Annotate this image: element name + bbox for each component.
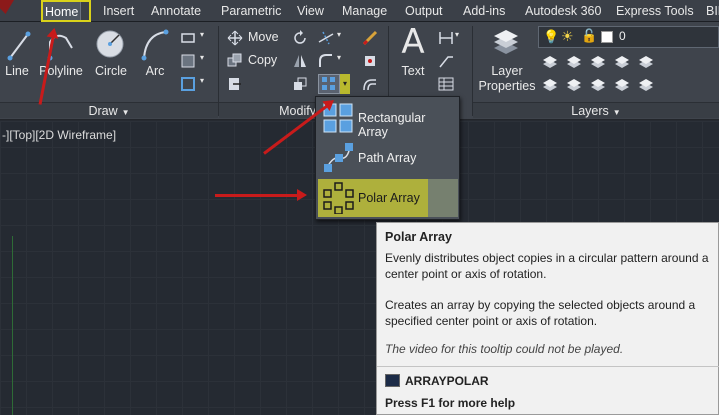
command-line-icon xyxy=(385,374,400,387)
tooltip-help: Press F1 for more help xyxy=(385,396,516,410)
home-tab-highlight xyxy=(41,0,91,22)
dimension-icon[interactable] xyxy=(438,30,454,46)
offset-icon[interactable] xyxy=(362,76,378,92)
text-icon[interactable]: A xyxy=(399,22,427,62)
layer-tool-icon[interactable] xyxy=(566,54,582,70)
y-axis-line xyxy=(12,236,13,415)
layer-tool-icon[interactable] xyxy=(542,54,558,70)
tab-autodesk-360[interactable]: Autodesk 360 xyxy=(523,0,603,22)
circle-button-label[interactable]: Circle xyxy=(92,64,130,78)
layer-tool-icon[interactable] xyxy=(542,77,558,93)
trim-icon[interactable] xyxy=(318,30,334,46)
layer-tool-icon[interactable] xyxy=(590,54,606,70)
circle-icon[interactable] xyxy=(95,27,127,66)
menu-item-label: Rectangular Array xyxy=(358,111,426,139)
polar-array-tooltip: Polar Array Evenly distributes object co… xyxy=(376,222,719,415)
array-dropdown-menu: Rectangular Array Path Array Polar Array xyxy=(315,96,460,220)
move-icon[interactable] xyxy=(227,30,243,46)
copy-icon[interactable] xyxy=(227,53,243,69)
tab-parametric[interactable]: Parametric xyxy=(219,0,283,22)
text-button-label[interactable]: Text xyxy=(395,64,431,78)
tooltip-video-note: The video for this tooltip could not be … xyxy=(385,342,624,356)
tab-bim[interactable]: BIM xyxy=(704,0,719,22)
boundary-icon[interactable] xyxy=(180,76,196,92)
tooltip-details: Creates an array by copying the selected… xyxy=(385,298,696,328)
layer-tool-icon[interactable] xyxy=(614,77,630,93)
scale-icon[interactable] xyxy=(292,76,308,92)
tooltip-description: Evenly distributes object copies in a ci… xyxy=(385,251,709,281)
dropdown-arrow-icon[interactable]: ▾ xyxy=(337,30,353,46)
tooltip-command: ARRAYPOLAR xyxy=(405,374,489,388)
tooltip-title: Polar Array xyxy=(385,230,452,244)
rotate-icon[interactable] xyxy=(292,30,308,46)
tab-manage[interactable]: Manage xyxy=(340,0,389,22)
move-button-label[interactable]: Move xyxy=(248,30,279,44)
annotation-arrow-polar xyxy=(215,189,307,201)
layer-properties-label-1[interactable]: Layer xyxy=(480,64,534,78)
lightbulb-icon: 💡 xyxy=(543,29,560,44)
layer-tool-icon[interactable] xyxy=(638,77,654,93)
dropdown-arrow-icon[interactable]: ▾ xyxy=(455,30,471,46)
mirror-icon[interactable] xyxy=(292,53,308,69)
menu-item-rectangular-array[interactable]: Rectangular Array xyxy=(318,99,458,139)
menu-item-label: Path Array xyxy=(358,151,417,165)
dropdown-arrow-icon[interactable]: ▾ xyxy=(200,53,216,69)
array-icon[interactable] xyxy=(318,74,340,94)
rectangle-icon[interactable] xyxy=(180,30,196,46)
arc-icon[interactable] xyxy=(140,28,170,67)
viewport-controls-label[interactable]: -][Top][2D Wireframe] xyxy=(2,128,116,142)
lock-icon: 🔓 xyxy=(581,28,598,43)
layer-properties-icon[interactable] xyxy=(490,28,522,63)
menu-item-path-array[interactable]: Path Array xyxy=(318,139,458,177)
dropdown-arrow-icon[interactable]: ▾ xyxy=(200,30,216,46)
app-menu-icon[interactable] xyxy=(0,0,14,14)
fillet-icon[interactable] xyxy=(318,53,334,69)
layer-tool-icon[interactable] xyxy=(614,54,630,70)
explode-icon[interactable] xyxy=(362,53,378,69)
tooltip-divider xyxy=(377,366,719,367)
tab-annotate[interactable]: Annotate xyxy=(149,0,203,22)
hatch-icon[interactable] xyxy=(180,53,196,69)
layer-tool-icon[interactable] xyxy=(566,77,582,93)
line-icon[interactable] xyxy=(6,28,32,67)
line-button-label[interactable]: Line xyxy=(4,64,30,78)
layers-panel-label: Layers xyxy=(571,104,609,118)
tab-insert[interactable]: Insert xyxy=(101,0,136,22)
leader-icon[interactable] xyxy=(438,53,454,69)
layers-panel-footer[interactable]: Layers ▼ xyxy=(473,102,719,118)
layer-name: 0 xyxy=(619,29,626,43)
ribbon-tab-bar: Home Insert Annotate Parametric View Man… xyxy=(0,0,719,22)
layer-color-swatch xyxy=(601,31,613,43)
tab-add-ins[interactable]: Add-ins xyxy=(461,0,507,22)
path-array-icon xyxy=(324,143,353,172)
tab-output[interactable]: Output xyxy=(403,0,445,22)
tab-express-tools[interactable]: Express Tools xyxy=(614,0,696,22)
layer-properties-label-2[interactable]: Properties xyxy=(476,79,538,93)
menu-item-polar-array[interactable]: Polar Array xyxy=(318,179,458,217)
array-dropdown-arrow-icon[interactable]: ▾ xyxy=(340,74,350,94)
stretch-icon[interactable] xyxy=(227,76,243,92)
dropdown-arrow-icon[interactable]: ▾ xyxy=(337,53,353,69)
table-icon[interactable] xyxy=(438,76,454,92)
polar-array-icon xyxy=(323,182,354,214)
draw-panel-label: Draw xyxy=(88,104,118,118)
draw-panel-footer[interactable]: Draw ▼ xyxy=(0,102,218,118)
copy-button-label[interactable]: Copy xyxy=(248,53,277,67)
layer-dropdown[interactable]: 💡 ☀ 🔓 0 xyxy=(538,26,719,48)
layer-tool-icon[interactable] xyxy=(638,54,654,70)
menu-item-label: Polar Array xyxy=(358,191,420,205)
arc-button-label[interactable]: Arc xyxy=(140,64,170,78)
tab-view[interactable]: View xyxy=(295,0,326,22)
layer-tool-icon[interactable] xyxy=(590,77,606,93)
erase-icon[interactable] xyxy=(362,30,378,46)
dropdown-arrow-icon[interactable]: ▾ xyxy=(200,76,216,92)
sun-icon: ☀ xyxy=(561,28,574,44)
